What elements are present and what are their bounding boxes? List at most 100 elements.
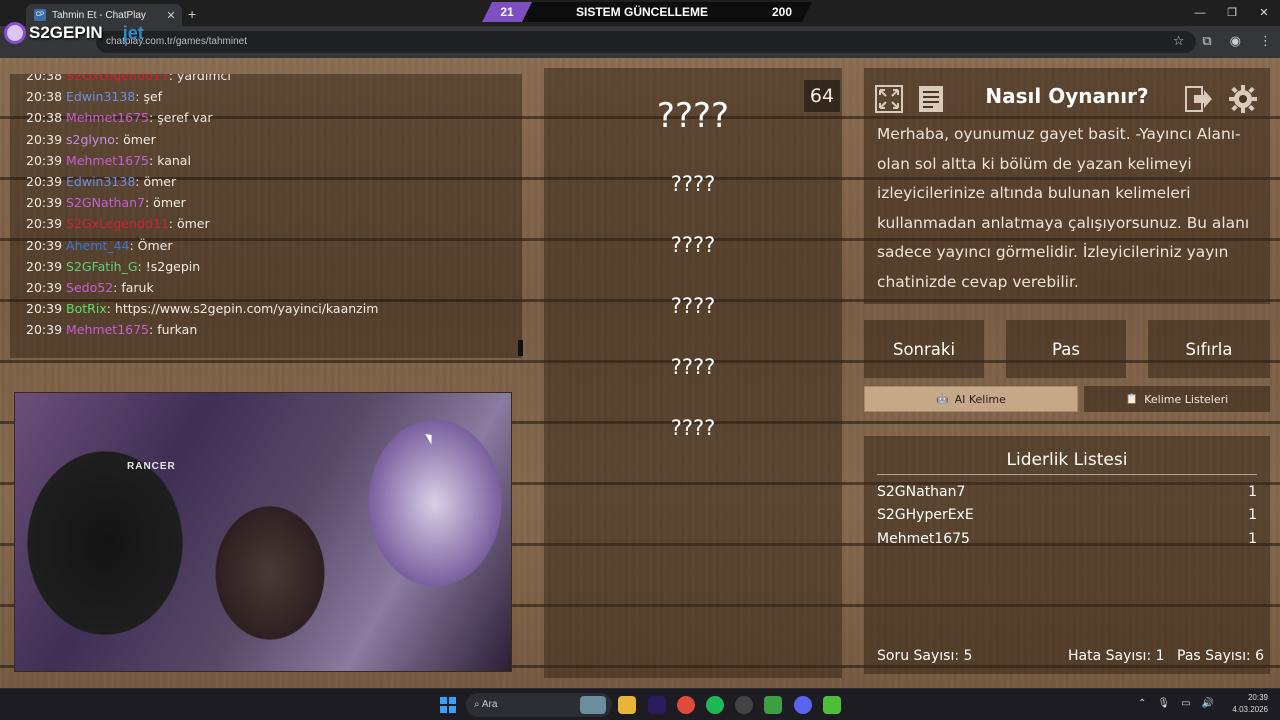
chat-message: 20:39 Sedo52: faruk [26,280,378,301]
word-panel: 64 ???? ???? ???? ???? ???? ???? [544,68,842,678]
extensions-icon[interactable]: ⧉ [1202,34,1211,49]
chat-timestamp: 20:39 [26,237,63,253]
microphone-icon[interactable]: 🎙 [1157,698,1170,709]
chat-timestamp: 20:39 [26,216,63,232]
profile-icon[interactable]: ◉ [1230,34,1241,49]
jet-logo: jet [122,22,144,43]
chat-text: yardımcı [176,74,231,83]
leaderboard-row: S2GNathan7 1 [877,484,1257,504]
clock[interactable]: 20:39 4.03.2026 [1232,692,1268,716]
spotify-icon[interactable] [706,696,724,714]
game-app-icon[interactable] [823,696,841,714]
chat-username[interactable]: Mehmet1675 [66,322,149,337]
chat-username[interactable]: Edwin3138 [66,174,135,189]
chrome-icon[interactable] [677,696,695,714]
forbidden-word: ???? [670,172,716,196]
exit-icon[interactable] [1182,82,1216,116]
chat-username[interactable]: Mehmet1675 [66,153,149,168]
leader-score: 1 [1248,507,1257,523]
game-area: 20:38 S2GxLegendd11: yardımcı 20:38 Edwin31… [0,58,1280,688]
chat-username[interactable]: Mehmet1675 [66,110,149,125]
windows-taskbar: ⌕ Ara ⌃ 🎙 ▭ 🔊 20:39 4.03.2026 [0,688,1280,720]
chat-message: 20:39 Mehmet1675: furkan [26,322,378,343]
maximize-icon[interactable]: ❐ [1216,0,1248,26]
chat-username[interactable]: S2GxLegendd11 [66,216,169,231]
address-icons: ☆ ⧉ ◉ ⋮ [1173,34,1272,49]
premiere-icon[interactable] [648,696,666,714]
brand-logo: S2GEPIN [29,23,103,42]
chat-message: 20:38 Mehmet1675: şeref var [26,110,378,131]
chat-username[interactable]: Ahemt_44 [66,238,129,253]
close-window-icon[interactable]: ✕ [1248,0,1280,26]
chat-username[interactable]: Edwin3138 [66,89,135,104]
leader-name: S2GHyperExE [877,507,974,523]
leader-score: 1 [1248,531,1257,547]
chat-timestamp: 20:38 [26,110,63,126]
tab-close-icon[interactable]: ✕ [164,9,178,22]
error-count: Hata Sayısı: 1 [1068,648,1165,664]
chat-separator: : [137,258,146,274]
chat-username[interactable]: Sedo52 [66,280,113,295]
search-label: Ara [481,699,498,710]
question-count: Soru Sayısı: 5 [877,648,973,664]
update-banner: 21 SISTEM GÜNCELLEME 200 [482,2,812,22]
chat-timestamp: 20:38 [26,74,63,83]
chat-username[interactable]: s2glyno [66,132,115,147]
forbidden-word: ???? [670,294,716,318]
discord-icon[interactable] [794,696,812,714]
leader-name: Mehmet1675 [877,531,970,547]
menu-icon[interactable]: ⋮ [1259,34,1272,49]
stream-logo: S2GEPIN jet [4,18,144,48]
chat-separator: : [149,110,158,126]
chat-username[interactable]: S2GNathan7 [66,195,145,210]
chevron-up-icon[interactable]: ⌃ [1138,698,1146,709]
banner-left-number: 21 [482,2,532,22]
file-explorer-icon[interactable] [618,696,636,714]
chat-text: furkan [157,322,198,338]
word-lists-button[interactable]: 📋 Kelime Listeleri [1084,386,1270,412]
chat-separator: : [168,216,177,232]
start-windows-icon[interactable] [440,697,456,713]
new-tab-button[interactable]: + [188,6,196,22]
minimize-icon[interactable]: — [1184,0,1216,26]
chat-scrollbar[interactable] [518,340,523,356]
chat-message: 20:39 Edwin3138: ömer [26,174,378,195]
bookmark-star-icon[interactable]: ☆ [1173,34,1185,49]
chat-username[interactable]: S2GxLegendd11 [66,74,169,83]
chat-message: 20:39 Ahemt_44: Ömer [26,238,378,259]
reset-button[interactable]: Sıfırla [1148,320,1270,378]
chat-text: ömer [153,195,186,211]
pass-button[interactable]: Pas [1006,320,1126,378]
chat-messages: 20:38 S2GxLegendd11: yardımcı 20:38 Edwin31… [26,74,378,343]
leaderboard-panel: Liderlik Listesi S2GNathan7 1 S2GHyperEx… [864,436,1270,674]
chat-username[interactable]: BotRix [66,301,107,316]
leaderboard-title: Liderlik Listesi [1006,450,1128,470]
ai-word-button[interactable]: 🤖 AI Kelime [864,386,1078,412]
eye-logo-icon [4,22,26,44]
clock-date: 4.03.2026 [1232,705,1268,714]
next-button[interactable]: Sonraki [864,320,984,378]
chat-message: 20:39 S2GFatih_G: !s2gepin [26,259,378,280]
streaming-app-icon[interactable] [764,696,782,714]
chat-username[interactable]: S2GFatih_G [66,259,138,274]
pass-count: Pas Sayısı: 6 [1177,648,1265,664]
leaderboard-row: Mehmet1675 1 [877,531,1257,551]
clock-time: 20:39 [1247,693,1268,702]
settings-gear-icon[interactable] [1226,82,1260,116]
chat-separator: : [106,301,115,317]
chat-text: ömer [123,131,156,147]
url-field[interactable]: chatplay.com.tr/games/tahminet [96,31,1196,53]
chat-panel: 20:38 S2GxLegendd11: yardımcı 20:38 Edwin31… [10,74,522,358]
forbidden-word: ???? [670,416,716,440]
network-icon[interactable]: ▭ [1181,698,1190,709]
chat-timestamp: 20:38 [26,89,63,105]
widget-icon[interactable] [580,696,606,714]
obs-icon[interactable] [735,696,753,714]
leader-name: S2GNathan7 [877,484,966,500]
chat-message: 20:39 s2glyno: ömer [26,132,378,153]
robot-icon: 🤖 [936,393,949,405]
chat-separator: : [144,195,154,211]
chat-separator: : [149,322,158,338]
volume-icon[interactable]: 🔊 [1202,698,1214,709]
window-controls: — ❐ ✕ [1184,0,1280,26]
